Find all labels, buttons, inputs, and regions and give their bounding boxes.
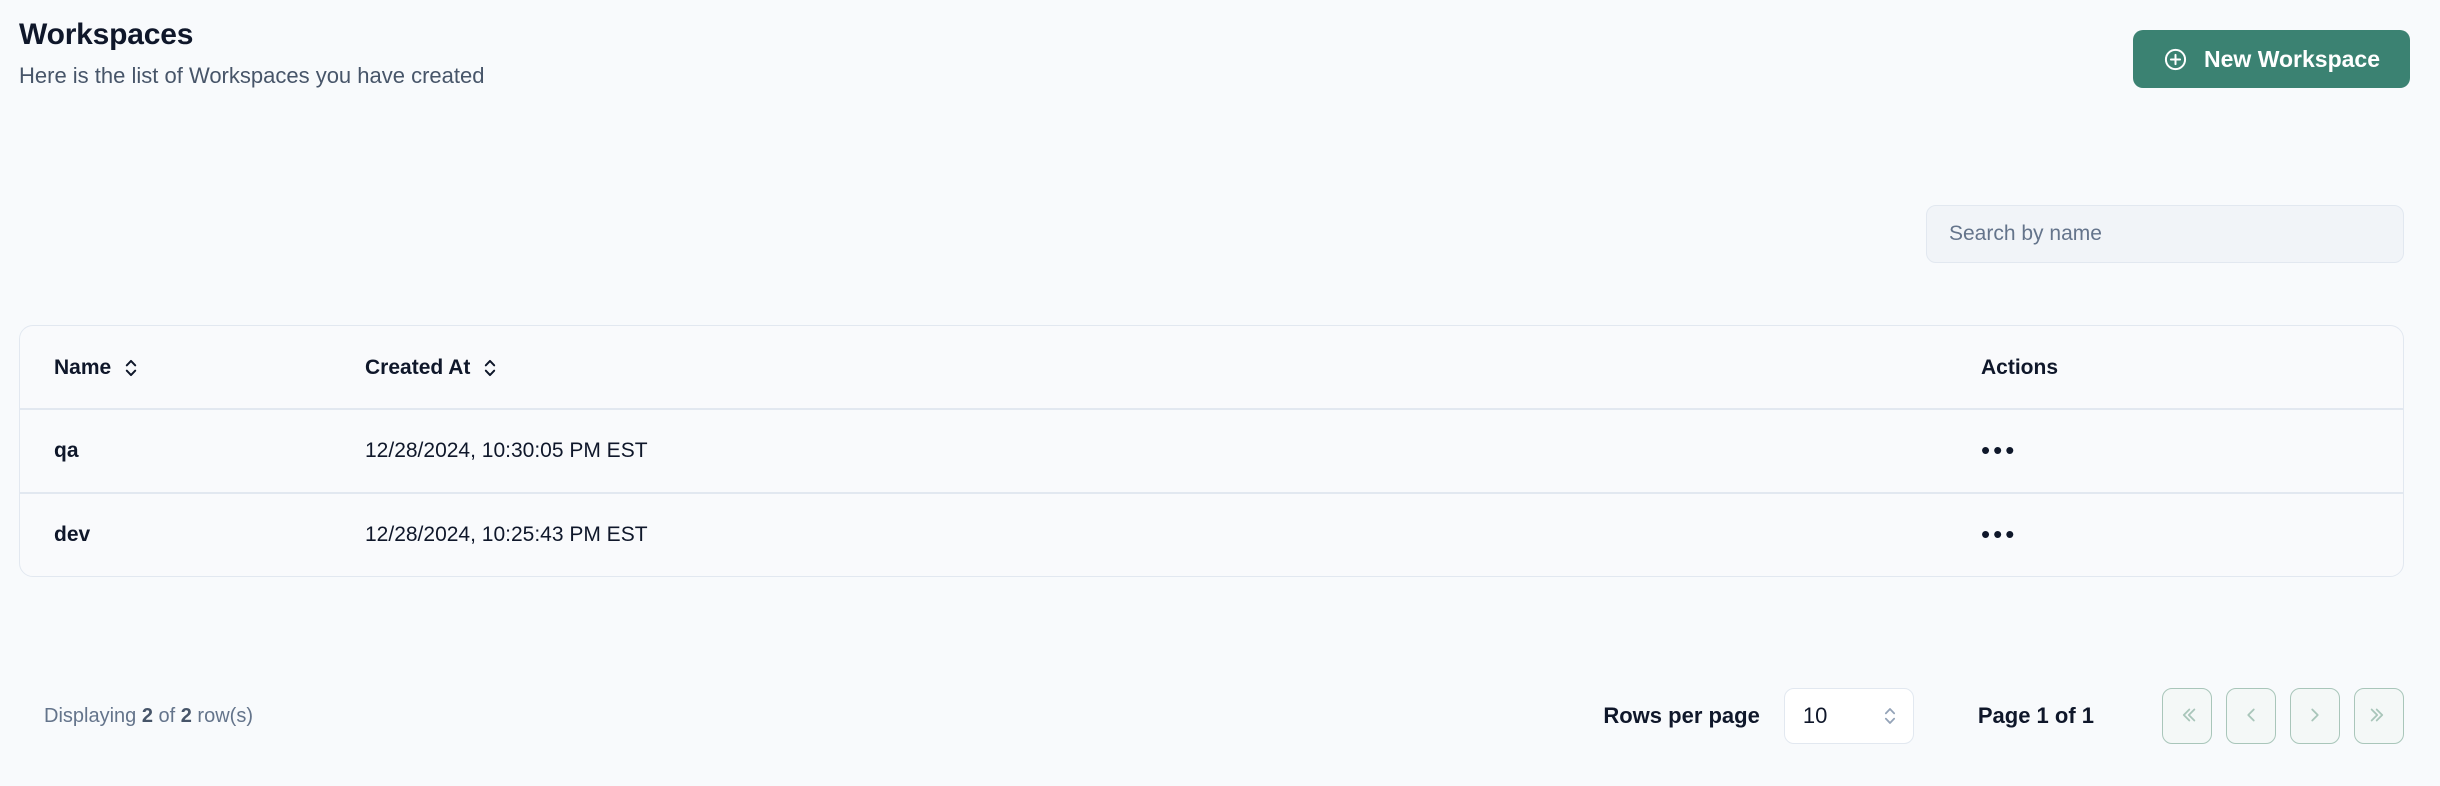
first-page-button[interactable] (2162, 688, 2212, 744)
search-row (0, 205, 2440, 263)
page-title: Workspaces (19, 18, 194, 51)
pagination-nav-group (2162, 688, 2404, 744)
chevron-double-left-icon (2176, 704, 2198, 729)
plus-circle-icon (2163, 47, 2188, 72)
page-subtitle: Here is the list of Workspaces you have … (19, 63, 485, 88)
column-header-actions: Actions (1945, 326, 2403, 410)
column-header-name-label: Name (54, 356, 112, 379)
cell-created-at: 12/28/2024, 10:30:05 PM EST (365, 409, 1945, 494)
displaying-prefix: Displaying (44, 704, 142, 727)
cell-created-at: 12/28/2024, 10:25:43 PM EST (365, 523, 648, 546)
pagination-controls: Rows per page 10 Page 1 of 1 (1603, 688, 2404, 744)
workspaces-table: Name Created At Actions qa 12/28/2024, 1… (20, 326, 2403, 576)
table-header-row: Name Created At Actions (20, 326, 2403, 410)
table-row: dev 12/28/2024, 10:25:43 PM EST ••• (20, 493, 2403, 576)
cell-name: dev (54, 523, 91, 546)
cell-name: qa (20, 409, 365, 494)
column-header-created-at[interactable]: Created At (365, 326, 1945, 410)
chevron-double-right-icon (2368, 704, 2390, 729)
new-workspace-button[interactable]: New Workspace (2133, 30, 2410, 88)
page-header: Workspaces Here is the list of Workspace… (0, 0, 2440, 89)
next-page-button[interactable] (2290, 688, 2340, 744)
table-body: qa 12/28/2024, 10:30:05 PM EST ••• dev 1… (20, 409, 2403, 576)
rows-per-page-label: Rows per page (1603, 703, 1760, 728)
chevron-up-down-icon (1883, 705, 1897, 727)
workspaces-page: Workspaces Here is the list of Workspace… (0, 0, 2440, 786)
workspaces-table-card: Name Created At Actions qa 12/28/2024, 1… (19, 325, 2404, 577)
ellipsis-horizontal-icon[interactable]: ••• (1981, 437, 2017, 463)
displayed-count: 2 (141, 704, 153, 727)
column-header-created-at-label: Created At (365, 356, 471, 379)
page-indicator: Page 1 of 1 (1977, 703, 2094, 728)
chevron-up-down-icon[interactable] (124, 357, 138, 379)
column-header-name[interactable]: Name (20, 326, 365, 410)
header-text-block: Workspaces Here is the list of Workspace… (19, 18, 484, 89)
displaying-rows-status: Displaying 2 of 2 row(s) (44, 705, 253, 728)
displaying-suffix: row(s) (191, 704, 253, 727)
ellipsis-horizontal-icon[interactable]: ••• (1981, 521, 2017, 547)
previous-page-button[interactable] (2226, 688, 2276, 744)
total-count: 2 (180, 704, 192, 727)
new-workspace-button-label: New Workspace (2204, 45, 2380, 72)
chevron-right-icon (2304, 704, 2326, 729)
rows-per-page-select[interactable]: 10 (1783, 688, 1914, 744)
table-row: qa 12/28/2024, 10:30:05 PM EST ••• (20, 409, 2403, 494)
rows-per-page-value: 10 (1802, 703, 1828, 728)
search-input[interactable] (1926, 205, 2404, 263)
table-footer: Displaying 2 of 2 row(s) Rows per page 1… (0, 668, 2440, 764)
last-page-button[interactable] (2354, 688, 2404, 744)
chevron-left-icon (2240, 704, 2262, 729)
column-header-actions-label: Actions (1981, 356, 2059, 379)
cell-actions: ••• (1945, 493, 2403, 576)
cell-actions: ••• (1945, 409, 2403, 494)
displaying-middle: of (152, 704, 181, 727)
table-head: Name Created At Actions (20, 326, 2403, 410)
chevron-up-down-icon[interactable] (483, 357, 497, 379)
